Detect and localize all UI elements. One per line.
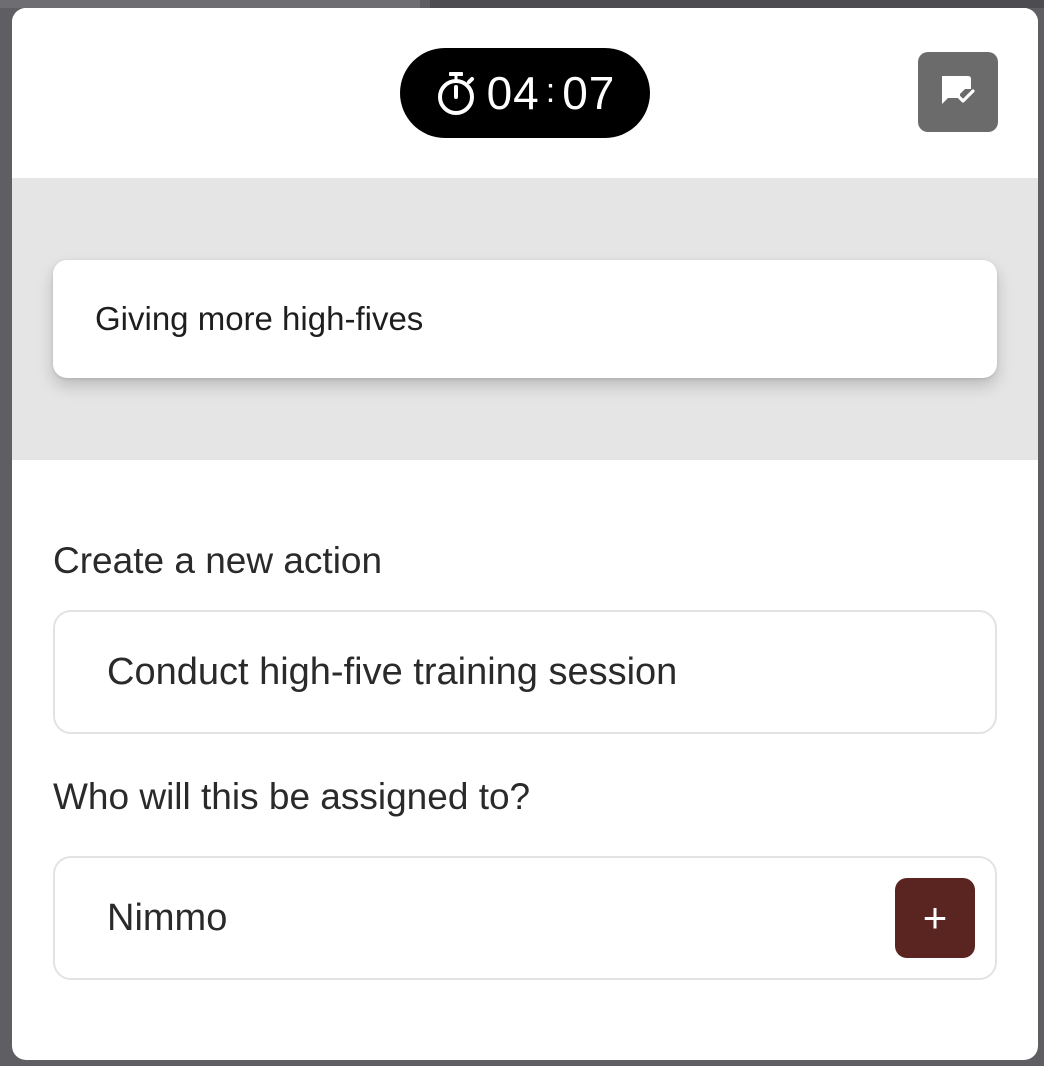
timer-seconds: 07 [562, 67, 616, 119]
modal-header: 04 : 07 [12, 8, 1038, 178]
assignee-input-value: Nimmo [107, 896, 228, 939]
assignee-input[interactable]: Nimmo + [53, 856, 997, 980]
assignee-label: Who will this be assigned to? [53, 776, 531, 817]
action-modal: 04 : 07 Giving more high-fives Create a … [12, 8, 1038, 1060]
finish-button[interactable] [918, 52, 998, 132]
timer-readout: 04 : 07 [487, 66, 616, 120]
topic-section: Giving more high-fives [12, 178, 1038, 460]
topic-card: Giving more high-fives [53, 260, 997, 378]
backdrop [0, 0, 420, 8]
plus-icon: + [922, 894, 948, 941]
countdown-timer: 04 : 07 [400, 48, 650, 138]
add-assignee-button[interactable]: + [895, 878, 975, 958]
stopwatch-icon [435, 70, 477, 116]
action-label: Create a new action [53, 540, 383, 581]
timer-minutes: 04 [486, 67, 540, 119]
backdrop-shade [430, 0, 1044, 8]
chat-check-icon [938, 72, 978, 113]
action-input-value: Conduct high-five training session [107, 650, 678, 693]
timer-colon: : [545, 71, 557, 110]
action-input[interactable]: Conduct high-five training session [53, 610, 997, 734]
